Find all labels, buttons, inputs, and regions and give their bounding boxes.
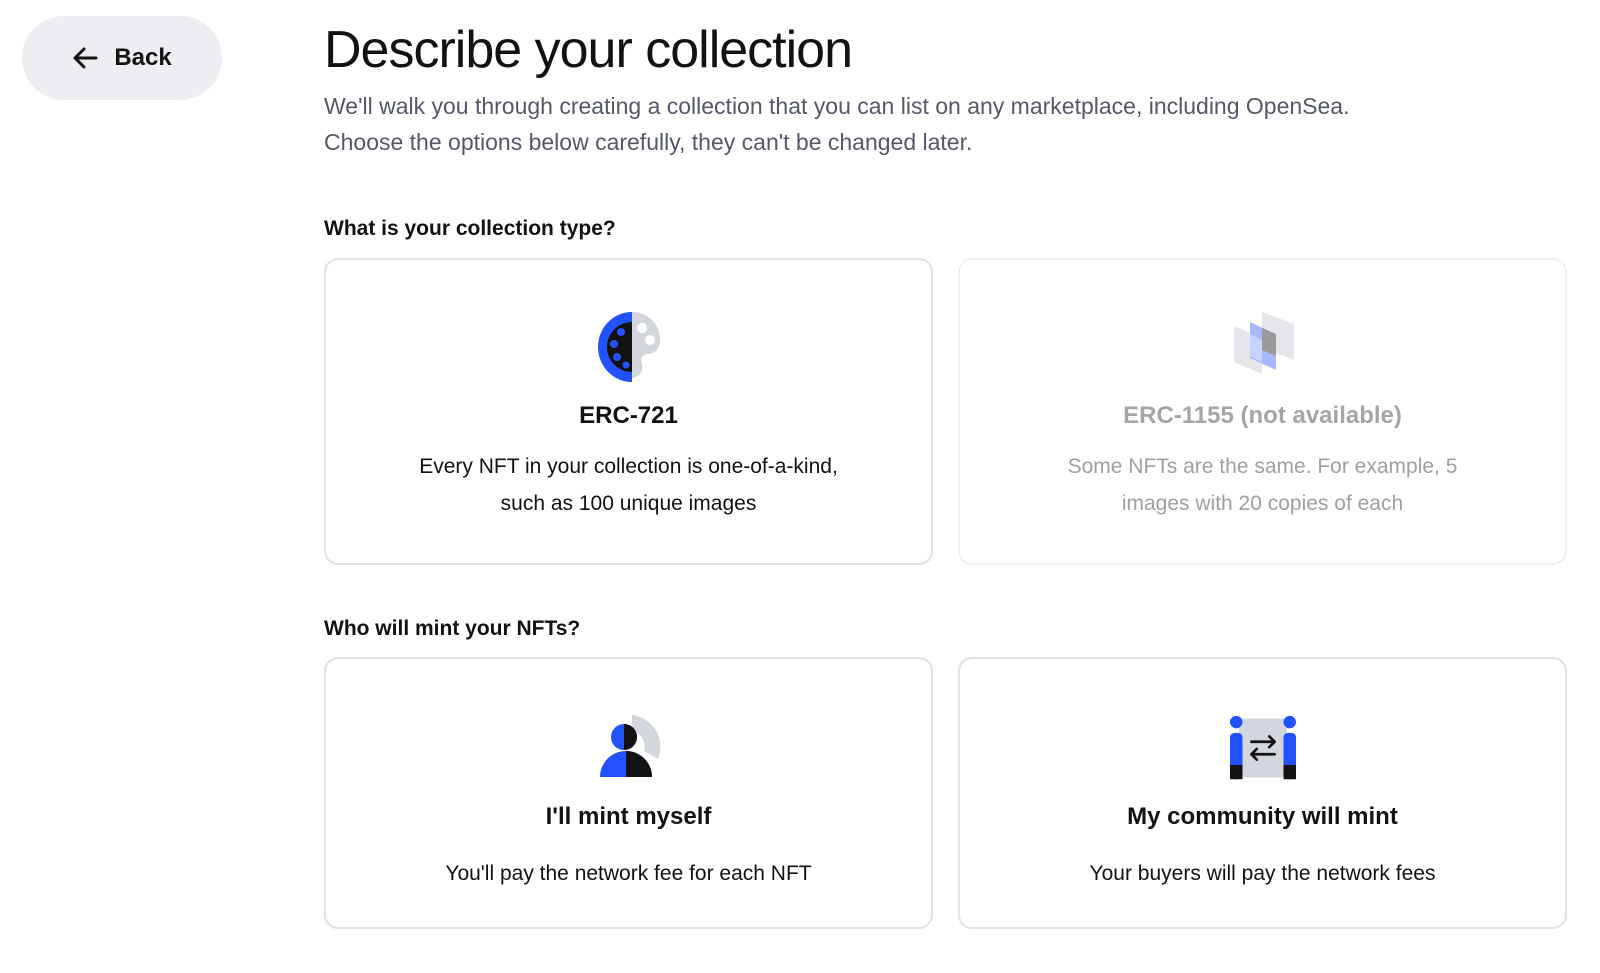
person-icon xyxy=(596,711,662,785)
arrow-left-icon xyxy=(72,47,98,69)
community-mint-title: My community will mint xyxy=(1127,803,1398,830)
erc1155-description: Some NFTs are the same. For example, 5 i… xyxy=(1067,455,1458,515)
subtitle-line-1: We'll walk you through creating a collec… xyxy=(324,93,1350,119)
page-title: Describe your collection xyxy=(324,21,853,79)
page-subtitle: We'll walk you through creating a collec… xyxy=(324,88,1574,160)
subtitle-line-2: Choose the options below carefully, they… xyxy=(324,129,973,155)
community-exchange-icon xyxy=(1229,711,1296,785)
community-mint-description: Your buyers will pay the network fees xyxy=(1089,862,1436,885)
erc721-description: Every NFT in your collection is one-of-a… xyxy=(419,455,838,515)
erc721-option-card[interactable]: ERC-721 Every NFT in your collection is … xyxy=(324,258,933,565)
mint-myself-option-card[interactable]: I'll mint myself You'll pay the network … xyxy=(324,657,933,929)
community-mint-option-card[interactable]: My community will mint Your buyers will … xyxy=(958,657,1567,929)
mint-myself-description: You'll pay the network fee for each NFT xyxy=(445,862,812,885)
erc1155-option-card: ERC-1155 (not available) Some NFTs are t… xyxy=(958,258,1567,565)
palette-icon xyxy=(596,310,662,384)
back-button[interactable]: Back xyxy=(22,16,222,100)
mint-question-label: Who will mint your NFTs? xyxy=(324,617,581,640)
erc1155-title: ERC-1155 (not available) xyxy=(1123,402,1402,429)
stacked-layers-icon xyxy=(1230,310,1296,384)
erc721-title: ERC-721 xyxy=(579,402,678,429)
mint-myself-title: I'll mint myself xyxy=(545,803,712,830)
back-label: Back xyxy=(114,44,172,71)
collection-type-label: What is your collection type? xyxy=(324,217,616,240)
